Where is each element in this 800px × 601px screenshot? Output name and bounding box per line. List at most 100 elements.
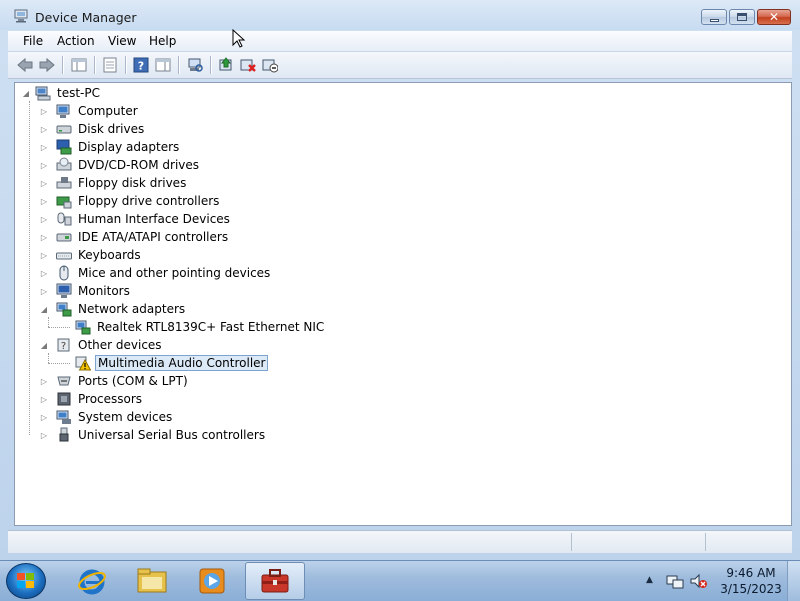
maximize-button[interactable]: [729, 9, 755, 25]
start-button[interactable]: [6, 563, 46, 599]
tree-root-test-pc[interactable]: ◢ test-PC: [21, 84, 102, 102]
internet-explorer-icon: [78, 569, 106, 595]
title-bar[interactable]: Device Manager ✕: [0, 0, 800, 30]
show-hidden-icons-arrow[interactable]: ▲: [646, 575, 653, 585]
menu-view[interactable]: View: [108, 34, 136, 48]
tree-item-universal-serial-bus-controllers[interactable]: ▷ Universal Serial Bus controllers: [41, 426, 267, 444]
mouse-cursor-icon: [232, 29, 246, 48]
expand-arrow-icon[interactable]: ▷: [40, 395, 48, 404]
expand-arrow-icon[interactable]: ▷: [40, 179, 48, 188]
expand-arrow-icon[interactable]: ▷: [40, 215, 48, 224]
tree-item-dvd-cd-rom-drives[interactable]: ▷ DVD/CD-ROM drives: [41, 156, 201, 174]
tree-item-label: Ports (COM & LPT): [78, 374, 188, 388]
menu-file[interactable]: File: [23, 34, 43, 48]
network-adapter-icon: [56, 302, 72, 317]
tree-item-floppy-drive-controllers[interactable]: ▷ Floppy drive controllers: [41, 192, 221, 210]
expand-arrow-icon[interactable]: ▷: [40, 143, 48, 152]
show-desktop-button[interactable]: [787, 561, 800, 601]
collapse-arrow-icon[interactable]: ◢: [40, 341, 48, 350]
expand-arrow-icon[interactable]: ▷: [40, 287, 48, 296]
properties-icon: [103, 57, 117, 73]
tree-item-multimedia-audio-controller[interactable]: Multimedia Audio Controller: [75, 354, 269, 372]
update-driver-button[interactable]: [217, 56, 235, 74]
tree-item-human-interface-devices[interactable]: ▷ Human Interface Devices: [41, 210, 232, 228]
show-hide-action-pane-button[interactable]: [154, 56, 172, 74]
show-hide-tree-button[interactable]: [70, 56, 88, 74]
scan-hardware-button[interactable]: [186, 56, 204, 74]
tree-item-monitors[interactable]: ▷ Monitors: [41, 282, 132, 300]
port-icon: [57, 376, 71, 386]
tree-item-label: Display adapters: [78, 140, 180, 154]
tree-item-disk-drives[interactable]: ▷ Disk drives: [41, 120, 146, 138]
network-status-icon[interactable]: [666, 573, 684, 589]
expand-arrow-icon[interactable]: ▷: [40, 161, 48, 170]
tree-item-label: Monitors: [78, 284, 130, 298]
tree-item-label: Floppy disk drives: [78, 176, 187, 190]
tree-item-label: Universal Serial Bus controllers: [78, 428, 266, 442]
minimize-button[interactable]: [701, 9, 727, 25]
menu-bar: File Action View Help: [8, 31, 792, 52]
expand-arrow-icon[interactable]: ▷: [40, 431, 48, 440]
menu-help[interactable]: Help: [149, 34, 176, 48]
taskbar-internet-explorer[interactable]: [64, 562, 120, 600]
tree-item-realtek-nic[interactable]: Realtek RTL8139C+ Fast Ethernet NIC: [75, 318, 326, 336]
expand-arrow-icon[interactable]: ▷: [40, 377, 48, 386]
system-device-icon: [56, 410, 71, 424]
show-hide-action-pane-icon: [155, 58, 171, 72]
tree-item-keyboards[interactable]: ▷ Keyboards: [41, 246, 143, 264]
taskbar-device-manager[interactable]: [245, 562, 305, 600]
expand-arrow-icon[interactable]: ▷: [40, 413, 48, 422]
tree-item-mice-and-other-pointing-devices[interactable]: ▷ Mice and other pointing devices: [41, 264, 272, 282]
computer-root-icon: [35, 86, 51, 101]
status-bar: [8, 530, 792, 553]
warning-device-icon: [75, 356, 91, 371]
collapse-arrow-icon[interactable]: ◢: [40, 305, 48, 314]
menu-action[interactable]: Action: [57, 34, 95, 48]
expand-arrow-icon[interactable]: ▷: [40, 107, 48, 116]
help-button[interactable]: ?: [132, 56, 150, 74]
monitor-icon: [56, 283, 72, 298]
tree-item-computer[interactable]: ▷ Computer: [41, 102, 140, 120]
forward-button[interactable]: [38, 56, 56, 74]
keyboard-icon: [56, 252, 72, 260]
toolbar-separator: [62, 56, 64, 74]
expand-arrow-icon[interactable]: ▷: [40, 197, 48, 206]
tree-item-system-devices[interactable]: ▷ System devices: [41, 408, 174, 426]
device-tree[interactable]: ◢ test-PC ▷ Computer ▷ Disk drives ▷ Dis…: [14, 82, 792, 526]
tree-item-processors[interactable]: ▷ Processors: [41, 390, 144, 408]
close-button[interactable]: ✕: [757, 9, 791, 25]
window-title: Device Manager: [35, 10, 137, 25]
tree-item-ide-ata-atapi-controllers[interactable]: ▷ IDE ATA/ATAPI controllers: [41, 228, 230, 246]
disk-drive-icon: [56, 125, 72, 134]
toolbar-separator: [125, 56, 127, 74]
taskbar-media-player[interactable]: [184, 562, 240, 600]
expand-arrow-icon[interactable]: ▷: [40, 233, 48, 242]
properties-button[interactable]: [101, 56, 119, 74]
ide-controller-icon: [56, 233, 72, 242]
tree-item-floppy-disk-drives[interactable]: ▷ Floppy disk drives: [41, 174, 188, 192]
tree-root-label: test-PC: [57, 86, 100, 100]
tree-item-ports-com-lpt[interactable]: ▷ Ports (COM & LPT): [41, 372, 190, 390]
taskbar: ▲ 9:46 AM 3/15/2023: [0, 560, 800, 601]
tree-item-label: Computer: [78, 104, 138, 118]
close-icon: ✕: [768, 10, 780, 24]
expand-arrow-icon[interactable]: ▷: [40, 269, 48, 278]
clock[interactable]: 9:46 AM 3/15/2023: [716, 565, 786, 597]
svg-text:?: ?: [61, 341, 66, 352]
floppy-controller-icon: [56, 196, 72, 209]
tree-item-display-adapters[interactable]: ▷ Display adapters: [41, 138, 181, 156]
back-button[interactable]: [16, 56, 34, 74]
volume-muted-icon[interactable]: [690, 573, 708, 589]
taskbar-windows-explorer[interactable]: [124, 562, 180, 600]
expand-arrow-icon[interactable]: ▷: [40, 251, 48, 260]
disable-device-button[interactable]: [261, 56, 279, 74]
tree-item-network-adapters[interactable]: ◢ Network adapters: [41, 300, 187, 318]
uninstall-button[interactable]: [239, 56, 257, 74]
expand-arrow-icon[interactable]: ▷: [40, 125, 48, 134]
tree-item-other-devices[interactable]: ◢ ? Other devices: [41, 336, 164, 354]
uninstall-icon: [240, 59, 256, 72]
minimize-icon: [709, 18, 719, 22]
window-controls: ✕: [699, 9, 791, 27]
usb-icon: [59, 427, 69, 442]
collapse-arrow-icon[interactable]: ◢: [21, 89, 31, 98]
